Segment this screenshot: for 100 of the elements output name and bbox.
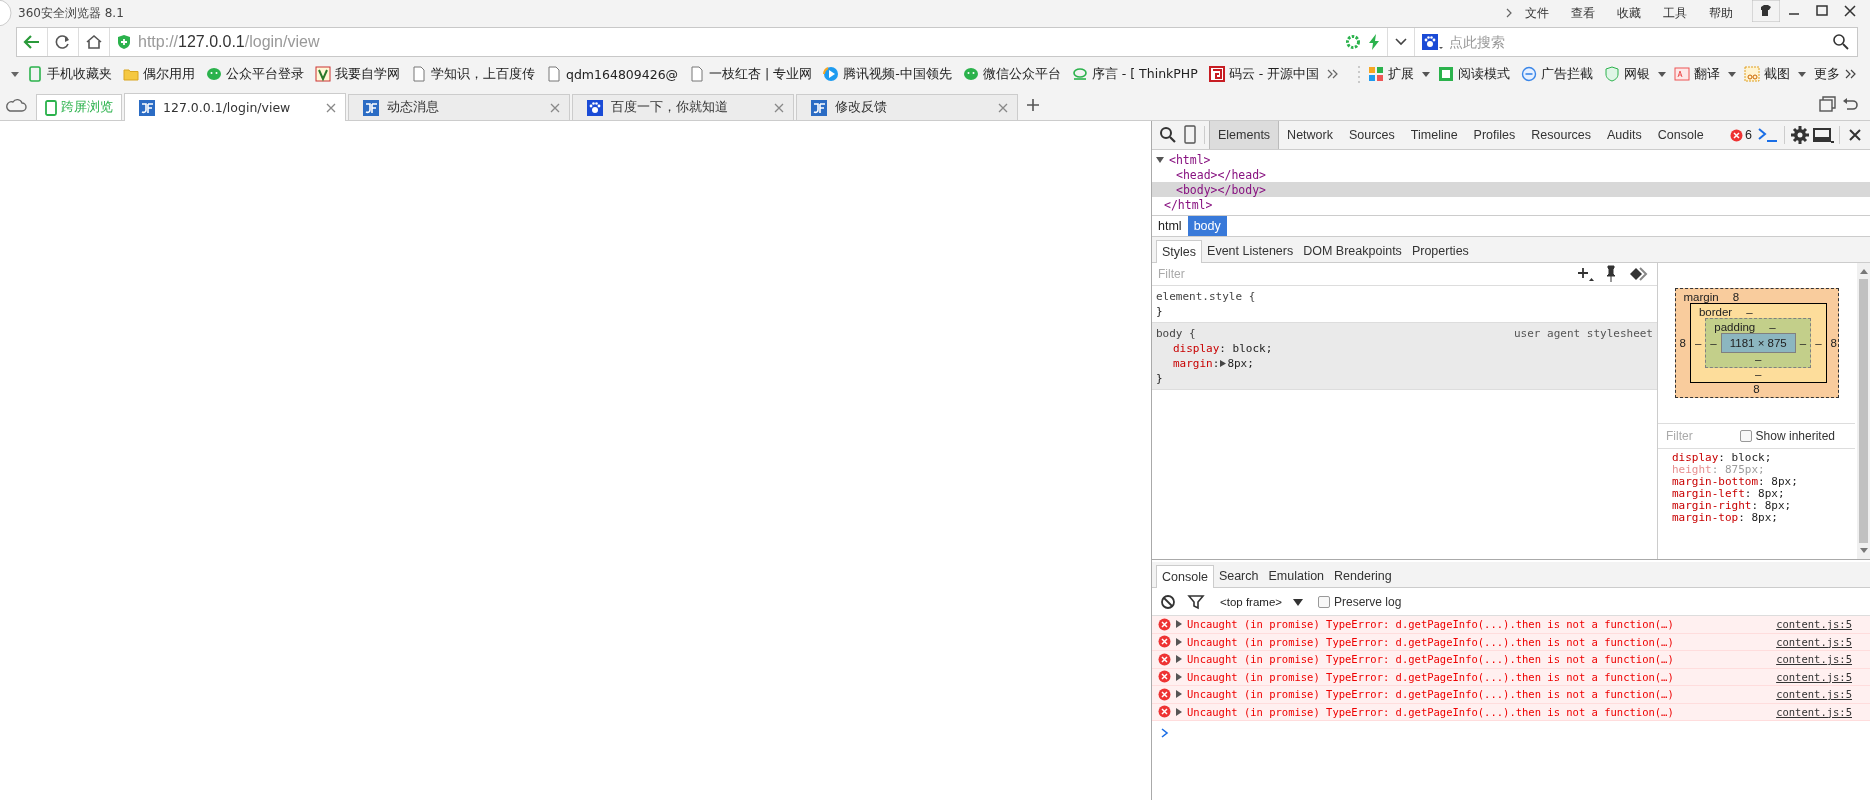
- drawer-tab[interactable]: Emulation: [1263, 565, 1330, 587]
- toolbar-item[interactable]: 扩展: [1364, 63, 1418, 85]
- bookmark-item[interactable]: 手机收藏夹: [23, 63, 116, 85]
- error-message: Uncaught (in promise) TypeError: d.getPageInfo(...).then is not a function(…): [1187, 618, 1674, 631]
- drawer-tab[interactable]: Rendering: [1329, 565, 1397, 587]
- toolbar-item[interactable]: 更多: [1810, 63, 1862, 85]
- sidebar-tab[interactable]: Styles: [1156, 240, 1203, 263]
- bookmark-item[interactable]: 学知识，上百度传: [407, 63, 539, 85]
- caret-down-icon[interactable]: [1657, 69, 1667, 79]
- browser-tab[interactable]: 修改反馈: [796, 94, 1018, 120]
- scrollbar[interactable]: [1857, 263, 1870, 559]
- caret-down-icon[interactable]: [1797, 69, 1807, 79]
- error-count[interactable]: 6: [1730, 128, 1752, 142]
- dom-node[interactable]: <html>: [1169, 152, 1211, 167]
- prompt-icon[interactable]: [1160, 727, 1170, 739]
- toolbar-item[interactable]: 翻译: [1670, 63, 1724, 85]
- source-link[interactable]: content.js:5: [1776, 653, 1852, 666]
- caret-down-icon[interactable]: [10, 69, 20, 79]
- content-size: 1181 × 875: [1720, 333, 1796, 353]
- filter-field[interactable]: Filter: [1664, 428, 1740, 444]
- scroll-down-icon: [1858, 547, 1869, 555]
- expand-triangle-icon[interactable]: [1219, 359, 1228, 368]
- menu-item[interactable]: 文件: [1525, 4, 1549, 22]
- bookmark-item[interactable]: 偶尔用用: [119, 63, 199, 85]
- bookmark-item[interactable]: 微信公众平台: [958, 63, 1065, 85]
- toolbar-item[interactable]: 阅读模式: [1434, 63, 1514, 85]
- browser-tab[interactable]: 动态消息: [348, 94, 570, 120]
- devtools-tab[interactable]: Elements: [1209, 121, 1280, 149]
- bookmark-item[interactable]: 我要自学网: [311, 63, 404, 85]
- source-link[interactable]: content.js:5: [1776, 670, 1852, 683]
- bookmark-item[interactable]: 序言 - [ ThinkPHP: [1067, 63, 1202, 85]
- bookmark-item[interactable]: 腾讯视频-中国领先: [819, 63, 956, 85]
- sidebar-tab[interactable]: Event Listeners: [1202, 240, 1299, 262]
- square-logo-icon: [1208, 66, 1225, 82]
- expand-triangle-icon[interactable]: [1175, 654, 1183, 665]
- console-prompt-icon[interactable]: [1756, 125, 1780, 145]
- sidebar-tab[interactable]: DOM Breakpoints: [1298, 240, 1407, 262]
- source-link[interactable]: content.js:5: [1776, 635, 1852, 648]
- filter-field[interactable]: Filter: [1156, 266, 1567, 282]
- menu-item[interactable]: 收藏: [1617, 4, 1641, 22]
- lightning-icon[interactable]: [1367, 33, 1381, 51]
- source-link[interactable]: content.js:5: [1776, 688, 1852, 701]
- dom-node[interactable]: </html>: [1164, 197, 1213, 212]
- source-link[interactable]: content.js:5: [1776, 618, 1852, 631]
- devtools-tab[interactable]: Timeline: [1402, 121, 1466, 149]
- dom-node[interactable]: <body></body>: [1176, 182, 1266, 197]
- dom-node[interactable]: <head></head>: [1176, 167, 1266, 182]
- menu-item[interactable]: 帮助: [1709, 4, 1733, 22]
- expand-triangle-icon[interactable]: [1175, 636, 1183, 647]
- browser-tab[interactable]: 127.0.0.1/login/view: [124, 93, 346, 121]
- shirt-icon[interactable]: [1752, 0, 1780, 22]
- breadcrumb[interactable]: html: [1152, 216, 1188, 236]
- search-field[interactable]: 点此搜索: [1447, 33, 1827, 51]
- menu-item[interactable]: 工具: [1663, 4, 1687, 22]
- expanded-triangle-icon[interactable]: [1155, 154, 1165, 165]
- devtools-tab[interactable]: Resources: [1523, 121, 1600, 149]
- bookmark-item[interactable]: 码云 - 开源中国: [1204, 63, 1324, 85]
- play-icon: [823, 66, 840, 82]
- expand-triangle-icon[interactable]: [1175, 689, 1183, 700]
- devtools-tab[interactable]: Console: [1649, 121, 1712, 149]
- browser-tab[interactable]: 百度一下，你就知道: [572, 94, 794, 120]
- devtools-tab[interactable]: Network: [1279, 121, 1341, 149]
- show-inherited-checkbox[interactable]: Show inherited: [1739, 429, 1835, 443]
- expand-triangle-icon[interactable]: [1175, 619, 1183, 630]
- chevron-right-icon[interactable]: [1504, 7, 1514, 19]
- bookmark-item[interactable]: 一枝红杏 | 专业网: [685, 63, 817, 85]
- box-label: margin: [1683, 291, 1719, 303]
- toolbar-item[interactable]: 截图: [1740, 63, 1794, 85]
- css-brace: }: [1156, 371, 1164, 386]
- toolbar-item[interactable]: 广告拦截: [1517, 63, 1597, 85]
- toolbar-item[interactable]: 网银: [1600, 63, 1654, 85]
- expand-triangle-icon[interactable]: [1175, 671, 1183, 682]
- devtools-tab[interactable]: Profiles: [1465, 121, 1524, 149]
- box-value: –: [1799, 337, 1807, 349]
- sidebar-tab[interactable]: Properties: [1406, 240, 1474, 262]
- menu-item[interactable]: 查看: [1571, 4, 1595, 22]
- preserve-log-checkbox[interactable]: Preserve log: [1318, 594, 1402, 609]
- windows-icon[interactable]: [1818, 95, 1838, 115]
- jf-logo-icon: [363, 99, 379, 116]
- devtools-tab[interactable]: Sources: [1340, 121, 1403, 149]
- breadcrumb[interactable]: body: [1187, 216, 1227, 236]
- settings-icon[interactable]: [1789, 124, 1811, 146]
- css-selector: element.style {: [1156, 289, 1256, 304]
- css-declaration: display: block;: [1172, 341, 1274, 356]
- error-message: Uncaught (in promise) TypeError: d.getPageInfo(...).then is not a function(…): [1187, 635, 1674, 648]
- source-link[interactable]: content.js:5: [1776, 705, 1852, 718]
- context-selector[interactable]: <top frame>: [1220, 595, 1304, 608]
- caret-down-icon[interactable]: [1421, 69, 1431, 79]
- devtools-tab[interactable]: Audits: [1599, 121, 1650, 149]
- bookmark-item[interactable]: 公众平台登录: [202, 63, 308, 85]
- drawer-tab[interactable]: Console: [1156, 565, 1214, 588]
- css-selector: body {: [1156, 326, 1196, 341]
- expand-triangle-icon[interactable]: [1175, 706, 1183, 717]
- caret-down-icon[interactable]: [1727, 69, 1737, 79]
- drawer-tab[interactable]: Search: [1213, 565, 1264, 587]
- box-value: –: [1694, 337, 1702, 349]
- bookmark-item[interactable]: qdm164809426@: [542, 64, 683, 84]
- jf-logo-icon: [811, 99, 827, 116]
- address-field[interactable]: http://127.0.0.1/login/view: [110, 28, 1388, 56]
- search-icon[interactable]: [1831, 32, 1851, 52]
